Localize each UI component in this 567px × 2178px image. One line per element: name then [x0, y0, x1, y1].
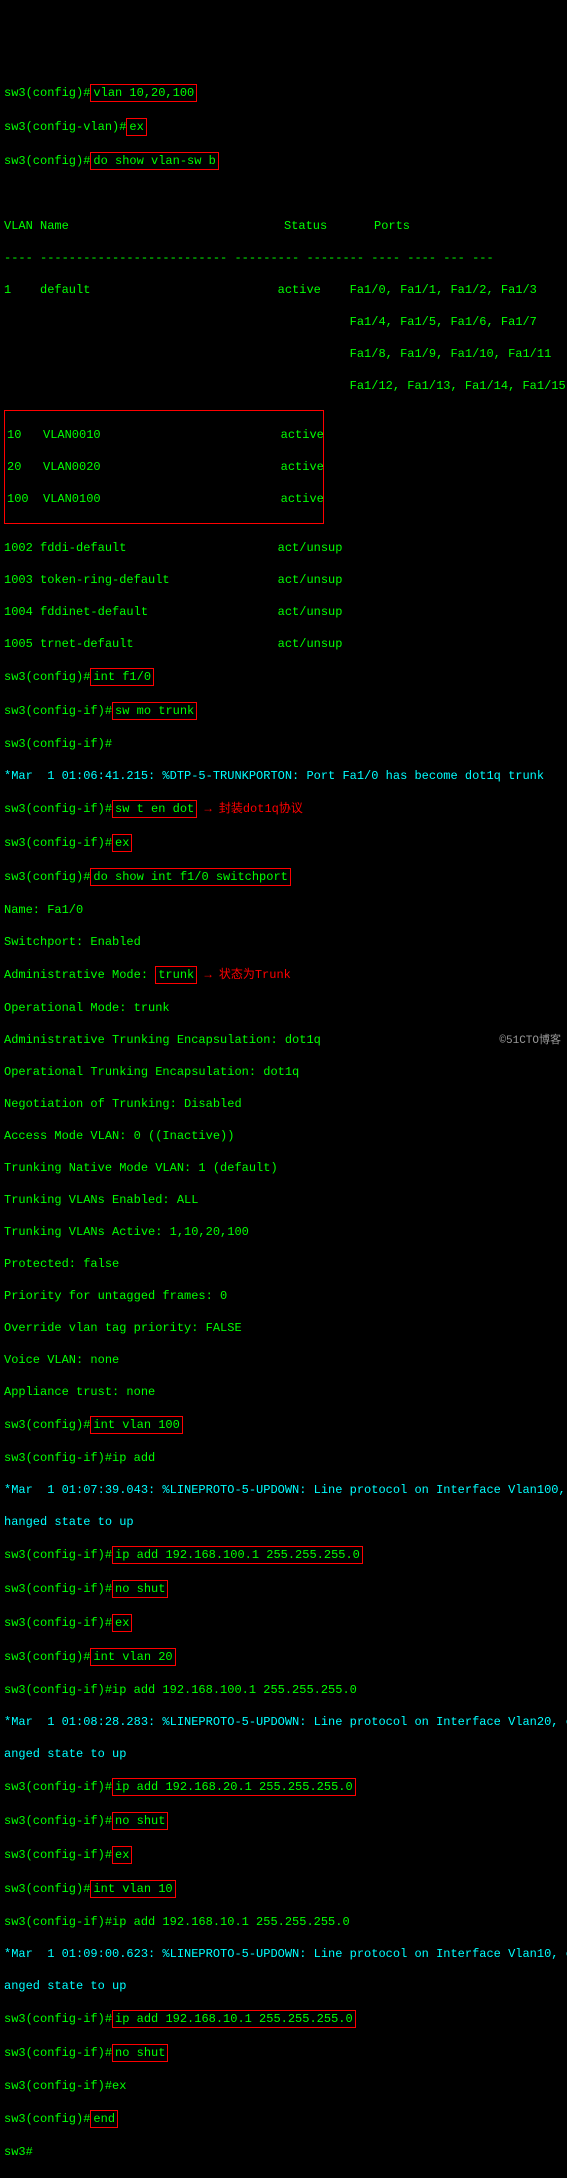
swport-line: Negotiation of Trunking: Disabled — [4, 1096, 563, 1112]
swport-line: Trunking VLANs Enabled: ALL — [4, 1192, 563, 1208]
annotation-trunk: → 状态为Trunk — [204, 968, 290, 982]
lineproto-msg: *Mar 1 01:09:00.623: %LINEPROTO-5-UPDOWN… — [4, 1946, 563, 1962]
cmd-sw-t-en-dot: sw t en dot — [112, 800, 197, 818]
cfg-line: sw3(config-if)#no shut — [4, 2044, 563, 2062]
lineproto-msg: hanged state to up — [4, 1514, 563, 1530]
cmd-ex: ex — [112, 1846, 132, 1864]
cfg-line: sw3(config-if)#ip add 192.168.10.1 255.2… — [4, 2010, 563, 2028]
cmd-no-shut: no shut — [112, 1580, 168, 1598]
terminal[interactable]: sw3(config)#vlan 10,20,100 sw3(config-vl… — [4, 68, 563, 2178]
cmd-ip-add: ip add 192.168.100.1 255.255.255.0 — [112, 1546, 363, 1564]
watermark: ©51CTO博客 — [499, 1033, 561, 1049]
cfg-line: sw3(config)#do show vlan-sw b — [4, 152, 563, 170]
cfg-line: sw3(config-if)# — [4, 736, 563, 752]
cmd-sw-mo-trunk: sw mo trunk — [112, 702, 197, 720]
cmd-ex: ex — [112, 1614, 132, 1632]
cfg-line: sw3(config)#int vlan 100 — [4, 1416, 563, 1434]
swport-line: Appliance trust: none — [4, 1384, 563, 1400]
cfg-line: sw3(config-if)#ip add 192.168.100.1 255.… — [4, 1546, 563, 1564]
unsup-row: 1003 token-ring-default act/unsup — [4, 572, 563, 588]
cfg-line: sw3# — [4, 2144, 563, 2160]
cmd-vlan: vlan 10,20,100 — [90, 84, 197, 102]
cmd-int-vlan100: int vlan 100 — [90, 1416, 182, 1434]
swport-line: Access Mode VLAN: 0 ((Inactive)) — [4, 1128, 563, 1144]
swport-line: Name: Fa1/0 — [4, 902, 563, 918]
cfg-line: sw3(config)#do show int f1/0 switchport — [4, 868, 563, 886]
unsup-row: 1002 fddi-default act/unsup — [4, 540, 563, 556]
swport-line: Operational Mode: trunk — [4, 1000, 563, 1016]
cmd-no-shut: no shut — [112, 1812, 168, 1830]
cfg-line: sw3(config-if)#ip add — [4, 1450, 563, 1466]
cfg-line: sw3(config)#end — [4, 2110, 563, 2128]
ports-cont: Fa1/12, Fa1/13, Fa1/14, Fa1/15 — [4, 378, 563, 394]
cfg-line: sw3(config-if)#ip add 192.168.10.1 255.2… — [4, 1914, 563, 1930]
swport-line: Administrative Mode: trunk → 状态为Trunk — [4, 966, 563, 984]
cfg-line: sw3(config)#int vlan 20 — [4, 1648, 563, 1666]
cmd-ex: ex — [112, 834, 132, 852]
cmd-end: end — [90, 2110, 118, 2128]
swport-line: Voice VLAN: none — [4, 1352, 563, 1368]
cfg-line: sw3(config-if)#ex — [4, 1614, 563, 1632]
swport-line: Operational Trunking Encapsulation: dot1… — [4, 1064, 563, 1080]
cfg-line: sw3(config-if)#sw mo trunk — [4, 702, 563, 720]
swport-line: Trunking Native Mode VLAN: 1 (default) — [4, 1160, 563, 1176]
cmd-no-shut: no shut — [112, 2044, 168, 2062]
cfg-line: sw3(config-if)#ex — [4, 834, 563, 852]
swport-line: Override vlan tag priority: FALSE — [4, 1320, 563, 1336]
vlan-box: 10 VLAN0010 active 20 VLAN0020 active 10… — [4, 410, 324, 524]
swport-line: Switchport: Enabled — [4, 934, 563, 950]
cmd-int-f10: int f1/0 — [90, 668, 154, 686]
swport-line: Trunking VLANs Active: 1,10,20,100 — [4, 1224, 563, 1240]
sys-config-msg: *Mar 1 01:09:22.691: %SYS-5-CONFIG_I: Co… — [4, 2176, 563, 2178]
cfg-line: sw3(config)#int f1/0 — [4, 668, 563, 686]
cmd-int-vlan20: int vlan 20 — [90, 1648, 175, 1666]
cfg-line: sw3(config-if)#ex — [4, 1846, 563, 1864]
unsup-row: 1004 fddinet-default act/unsup — [4, 604, 563, 620]
cmd-ip-add: ip add 192.168.20.1 255.255.255.0 — [112, 1778, 356, 1796]
vlan-header: VLAN NameStatusPorts — [4, 218, 563, 234]
trunk-mode: trunk — [155, 966, 197, 984]
cfg-line: sw3(config)#vlan 10,20,100 — [4, 84, 563, 102]
lineproto-msg: anged state to up — [4, 1746, 563, 1762]
cfg-line: sw3(config-if)#ip add 192.168.20.1 255.2… — [4, 1778, 563, 1796]
cmd-ip-add: ip add 192.168.10.1 255.255.255.0 — [112, 2010, 356, 2028]
lineproto-msg: *Mar 1 01:07:39.043: %LINEPROTO-5-UPDOWN… — [4, 1482, 563, 1498]
cfg-line: sw3(config-if)#no shut — [4, 1812, 563, 1830]
dashline: ---- -------------------------- --------… — [4, 250, 563, 266]
dtp-message: *Mar 1 01:06:41.215: %DTP-5-TRUNKPORTON:… — [4, 768, 563, 784]
swport-line: Administrative Trunking Encapsulation: d… — [4, 1032, 563, 1048]
swport-line: Priority for untagged frames: 0 — [4, 1288, 563, 1304]
cmd-show-switchport: do show int f1/0 switchport — [90, 868, 290, 886]
cmd-int-vlan10: int vlan 10 — [90, 1880, 175, 1898]
ports-cont: Fa1/4, Fa1/5, Fa1/6, Fa1/7 — [4, 314, 563, 330]
lineproto-msg: anged state to up — [4, 1978, 563, 1994]
annotation-dot1q: → 封装dot1q协议 — [204, 802, 302, 816]
swport-line: Protected: false — [4, 1256, 563, 1272]
lineproto-msg: *Mar 1 01:08:28.283: %LINEPROTO-5-UPDOWN… — [4, 1714, 563, 1730]
ports-cont: Fa1/8, Fa1/9, Fa1/10, Fa1/11 — [4, 346, 563, 362]
cfg-line: sw3(config-if)#no shut — [4, 1580, 563, 1598]
unsup-row: 1005 trnet-default act/unsup — [4, 636, 563, 652]
cfg-line: sw3(config)#int vlan 10 — [4, 1880, 563, 1898]
cmd-ex: ex — [126, 118, 146, 136]
cfg-line: sw3(config-if)#ip add 192.168.100.1 255.… — [4, 1682, 563, 1698]
cfg-line: sw3(config-vlan)#ex — [4, 118, 563, 136]
default-vlan-row: 1 default active Fa1/0, Fa1/1, Fa1/2, Fa… — [4, 282, 563, 298]
cmd-show-vlan: do show vlan-sw b — [90, 152, 218, 170]
cfg-line: sw3(config-if)#ex — [4, 2078, 563, 2094]
cfg-line: sw3(config-if)#sw t en dot → 封装dot1q协议 — [4, 800, 563, 818]
